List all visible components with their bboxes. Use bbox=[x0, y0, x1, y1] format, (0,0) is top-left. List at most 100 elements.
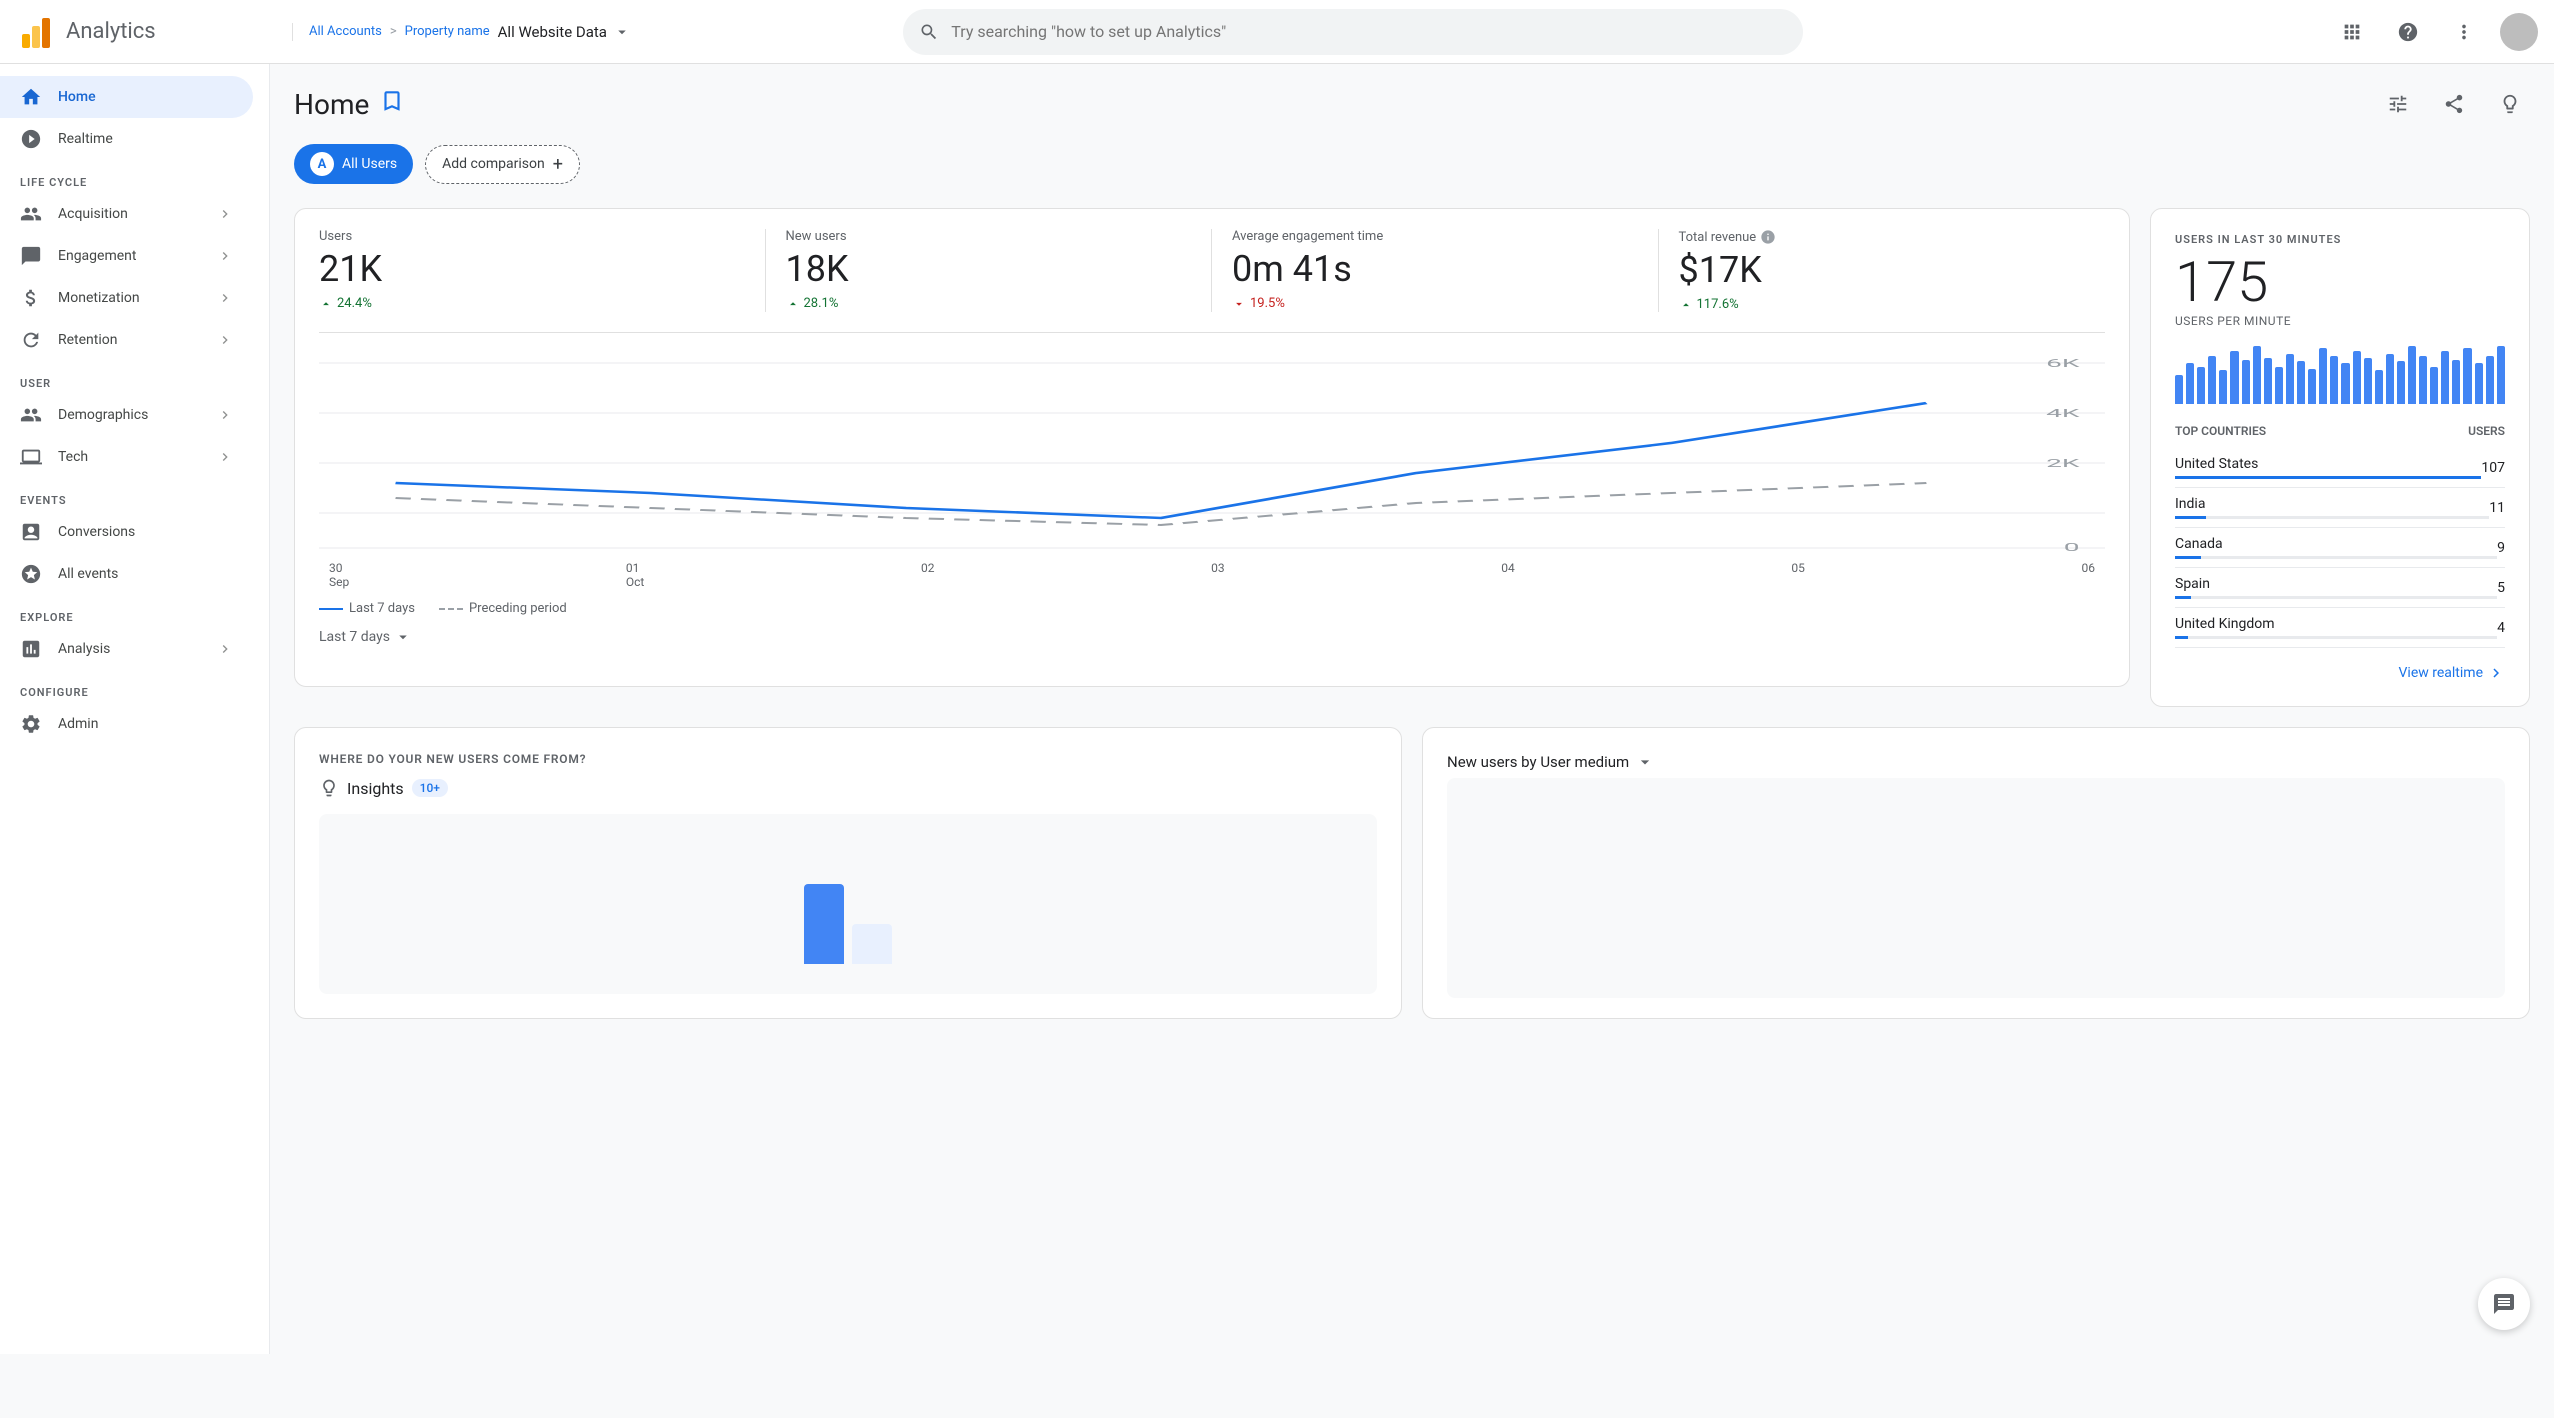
stat-new-users-value: 18K bbox=[786, 248, 1192, 290]
expand-icon-demographics bbox=[217, 407, 233, 423]
property-label: All Website Data bbox=[498, 23, 607, 41]
time-selector[interactable]: Last 7 days bbox=[319, 628, 2105, 646]
arrow-up-icon-newusers bbox=[786, 297, 800, 311]
search-bar[interactable] bbox=[903, 9, 1803, 55]
mini-bar bbox=[2242, 360, 2250, 404]
stats-grid: Users 21K 24.4% New users 18K 28.1% bbox=[319, 229, 2105, 333]
share-icon[interactable] bbox=[2434, 84, 2474, 124]
sidebar-item-all-events[interactable]: All events bbox=[0, 553, 253, 595]
users-col-label: USERS bbox=[2468, 424, 2505, 438]
page-header-actions bbox=[2378, 84, 2530, 124]
user-avatar[interactable] bbox=[2500, 13, 2538, 51]
search-icon bbox=[919, 22, 939, 42]
property-selector-button[interactable]: All Website Data bbox=[498, 23, 631, 41]
mini-bar bbox=[2364, 358, 2372, 404]
all-events-icon bbox=[20, 563, 42, 585]
arrow-right-icon bbox=[2487, 664, 2505, 682]
customise-icon[interactable] bbox=[2378, 84, 2418, 124]
countries-header: TOP COUNTRIES USERS bbox=[2175, 424, 2505, 438]
all-users-chip[interactable]: A All Users bbox=[294, 144, 413, 184]
mini-bar bbox=[2386, 354, 2394, 404]
sidebar-label-realtime: Realtime bbox=[58, 131, 113, 147]
country-us-info: United States bbox=[2175, 456, 2481, 479]
expand-icon-acquisition bbox=[217, 206, 233, 222]
view-realtime-link[interactable]: View realtime bbox=[2175, 664, 2505, 682]
acquisition-icon bbox=[20, 203, 42, 225]
country-canada-name: Canada bbox=[2175, 536, 2497, 552]
insights-icon[interactable] bbox=[2490, 84, 2530, 124]
engagement-icon bbox=[20, 245, 42, 267]
mini-bar bbox=[2497, 346, 2505, 404]
sidebar-item-engagement[interactable]: Engagement bbox=[0, 235, 253, 277]
mini-bar bbox=[2208, 356, 2216, 404]
apps-icon[interactable] bbox=[2332, 12, 2372, 52]
breadcrumb-property[interactable]: Property name bbox=[405, 24, 490, 39]
sidebar-item-home[interactable]: Home bbox=[0, 76, 253, 118]
admin-icon bbox=[20, 713, 42, 735]
stat-new-users-pct: 28.1% bbox=[804, 296, 839, 311]
svg-text:6K: 6K bbox=[2046, 357, 2080, 370]
expand-icon-tech bbox=[217, 449, 233, 465]
insights-content-placeholder bbox=[319, 814, 1377, 994]
sidebar-label-conversions: Conversions bbox=[58, 524, 135, 540]
stat-revenue: Total revenue $17K 117.6% bbox=[1659, 229, 2106, 312]
mini-bar bbox=[2330, 356, 2338, 404]
sidebar-label-home: Home bbox=[58, 89, 96, 105]
legend-last7days: Last 7 days bbox=[319, 601, 415, 616]
section-lifecycle: LIFE CYCLE bbox=[0, 160, 269, 193]
new-users-dropdown[interactable]: New users by User medium bbox=[1447, 752, 2505, 772]
stat-avg-label: Average engagement time bbox=[1232, 229, 1638, 244]
mini-bar bbox=[2175, 375, 2183, 404]
realtime-count: 175 bbox=[2175, 254, 2505, 310]
sidebar-label-demographics: Demographics bbox=[58, 407, 148, 423]
arrow-up-icon-revenue bbox=[1679, 298, 1693, 312]
x-label-2: 02 bbox=[921, 561, 935, 589]
retention-icon bbox=[20, 329, 42, 351]
svg-text:4K: 4K bbox=[2046, 407, 2080, 420]
realtime-icon bbox=[20, 128, 42, 150]
more-icon[interactable] bbox=[2444, 12, 2484, 52]
sidebar-item-demographics[interactable]: Demographics bbox=[0, 394, 253, 436]
main-chart-container: 6K 4K 2K 0 30Sep 01Oct 02 03 bbox=[319, 353, 2105, 646]
sidebar-item-acquisition[interactable]: Acquisition bbox=[0, 193, 253, 235]
x-label-5: 05 bbox=[1791, 561, 1805, 589]
add-comparison-button[interactable]: Add comparison + bbox=[425, 145, 580, 184]
sidebar-label-monetization: Monetization bbox=[58, 290, 140, 306]
country-india-name: India bbox=[2175, 496, 2489, 512]
sidebar-item-retention[interactable]: Retention bbox=[0, 319, 253, 361]
stat-new-users-label: New users bbox=[786, 229, 1192, 244]
stat-users-label: Users bbox=[319, 229, 745, 244]
tech-icon bbox=[20, 446, 42, 468]
insights-badge: 10+ bbox=[412, 779, 448, 797]
search-input[interactable] bbox=[951, 22, 1787, 41]
x-label-3: 03 bbox=[1211, 561, 1225, 589]
sidebar: Home Realtime LIFE CYCLE Acquisition Eng… bbox=[0, 64, 270, 1354]
svg-text:0: 0 bbox=[2064, 541, 2080, 553]
country-uk-count: 4 bbox=[2497, 620, 2505, 636]
x-label-6: 06 bbox=[2081, 561, 2095, 589]
country-spain-name: Spain bbox=[2175, 576, 2497, 592]
section-user: USER bbox=[0, 361, 269, 394]
stat-revenue-pct: 117.6% bbox=[1697, 297, 1739, 312]
mini-bar bbox=[2286, 354, 2294, 404]
sidebar-label-analysis: Analysis bbox=[58, 641, 110, 657]
mini-bar bbox=[2264, 358, 2272, 404]
breadcrumb-account[interactable]: All Accounts bbox=[309, 24, 382, 39]
page-title-bookmark-icon[interactable] bbox=[379, 88, 405, 120]
stat-users: Users 21K 24.4% bbox=[319, 229, 766, 312]
stat-avg-change: 19.5% bbox=[1232, 296, 1638, 311]
demographics-icon bbox=[20, 404, 42, 426]
sidebar-item-analysis[interactable]: Analysis bbox=[0, 628, 253, 670]
help-icon[interactable] bbox=[2388, 12, 2428, 52]
chevron-down-icon bbox=[613, 23, 631, 41]
sidebar-item-conversions[interactable]: Conversions bbox=[0, 511, 253, 553]
mini-bar bbox=[2408, 346, 2416, 404]
sidebar-item-monetization[interactable]: Monetization bbox=[0, 277, 253, 319]
sidebar-item-tech[interactable]: Tech bbox=[0, 436, 253, 478]
country-spain-count: 5 bbox=[2497, 580, 2505, 596]
sidebar-item-realtime[interactable]: Realtime bbox=[0, 118, 253, 160]
chart-x-labels: 30Sep 01Oct 02 03 04 05 06 bbox=[319, 561, 2105, 589]
expand-icon-monetization bbox=[217, 290, 233, 306]
sidebar-item-admin[interactable]: Admin bbox=[0, 703, 253, 745]
chat-widget[interactable] bbox=[2478, 1278, 2530, 1330]
